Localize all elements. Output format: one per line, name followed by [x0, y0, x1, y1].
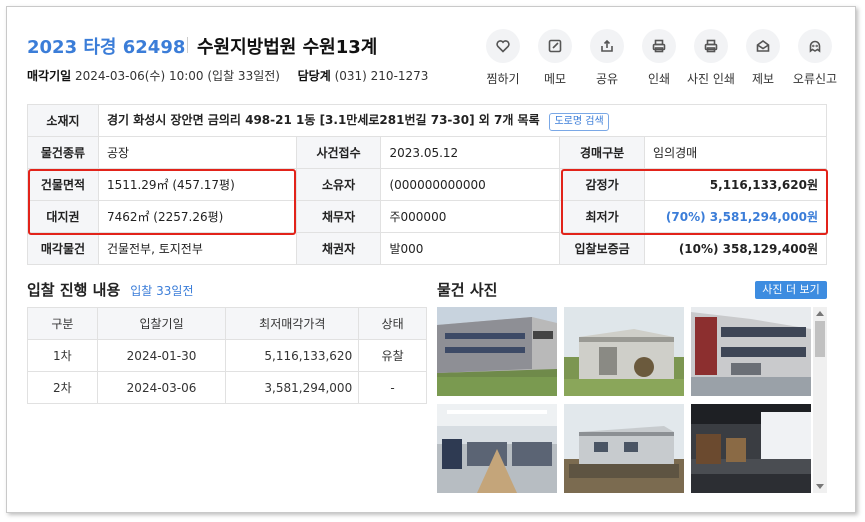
share-label: 공유 [595, 72, 619, 86]
scroll-up-icon[interactable] [816, 311, 824, 316]
photo-print-label: 사진 인쇄 [687, 72, 735, 86]
action-toolbar: 찜하기 메모 공유 인쇄 사진 인쇄 제보 오류신고 [477, 29, 841, 87]
photo-print-icon [704, 39, 718, 53]
sale-item-label: 매각물건 [27, 232, 99, 265]
property-photo[interactable] [564, 307, 684, 396]
scroll-down-icon[interactable] [816, 484, 824, 489]
memo-label: 메모 [543, 72, 567, 86]
bid-date: 2024-01-30 [96, 339, 227, 372]
favorite-button[interactable]: 찜하기 [477, 29, 529, 87]
share-button[interactable]: 공유 [581, 29, 633, 87]
case-recv-value: 2023.05.12 [380, 136, 561, 169]
print-icon [652, 39, 666, 53]
scroll-thumb[interactable] [815, 321, 825, 357]
creditor-value: 발000 [380, 232, 561, 265]
heart-icon [496, 40, 510, 53]
type-label: 물건종류 [27, 136, 99, 169]
alert-icon [809, 40, 821, 53]
location-value: 경기 화성시 장안면 금의리 498-21 1동 [3.1만세로281번길 73… [106, 112, 540, 127]
report-button[interactable]: 제보 [737, 29, 789, 87]
table-row: 2차 2024-03-06 3,581,294,000 - [27, 371, 427, 404]
bid-col-date: 입찰기일 [96, 307, 227, 340]
auction-detail-panel: 2023 타경 62498 수원지방법원 수원13계 매각기일 2024-03-… [6, 6, 856, 513]
sale-meta-line: 매각기일 2024-03-06(수) 10:00 (입찰 33일전) 담당계 (… [27, 67, 428, 84]
property-photo[interactable] [691, 307, 811, 396]
bid-round: 2차 [27, 371, 98, 404]
auction-type-value: 임의경매 [644, 136, 827, 169]
bid-col-min-price: 최저매각가격 [225, 307, 360, 340]
property-photo[interactable] [437, 307, 557, 396]
sale-date-value: 2024-03-06(수) 10:00 (입찰 33일전) [75, 69, 280, 83]
sale-date-label: 매각기일 [27, 69, 72, 83]
photo-section-title: 물건 사진 [437, 281, 498, 299]
road-name-search-button[interactable]: 도로명 검색 [549, 112, 609, 131]
price-highlight-box [561, 169, 828, 235]
auction-type-label: 경매구분 [559, 136, 646, 169]
report-label: 제보 [751, 72, 775, 86]
title-divider [187, 37, 188, 53]
bid-section-title: 입찰 진행 내용 입찰 33일전 [27, 279, 194, 300]
bid-status: - [358, 371, 427, 404]
memo-button[interactable]: 메모 [529, 29, 581, 87]
owner-label: 소유자 [295, 168, 382, 201]
photo-scrollbar[interactable] [813, 307, 827, 493]
dept-phone: (031) 210-1273 [334, 69, 429, 83]
info-row-sale-item: 매각물건 건물전부, 토지전부 채권자 발000 입찰보증금 (10%) 358… [27, 232, 827, 265]
dept-label: 담당계 [297, 69, 331, 83]
print-label: 인쇄 [647, 72, 671, 86]
sale-item-value: 건물전부, 토지전부 [97, 232, 297, 265]
bid-date: 2024-03-06 [96, 371, 227, 404]
property-photo[interactable] [691, 404, 811, 493]
type-value: 공장 [97, 136, 297, 169]
share-icon [601, 39, 613, 52]
case-recv-label: 사건접수 [295, 136, 382, 169]
property-photo[interactable] [437, 404, 557, 493]
property-photo[interactable] [564, 404, 684, 493]
creditor-label: 채권자 [295, 232, 382, 265]
favorite-label: 찜하기 [486, 72, 520, 86]
court-name: 수원지방법원 수원13계 [197, 37, 378, 58]
location-label: 소재지 [27, 104, 99, 137]
area-highlight-box [28, 169, 296, 235]
mail-icon [756, 40, 770, 52]
bid-col-status: 상태 [358, 307, 427, 340]
print-button[interactable]: 인쇄 [633, 29, 685, 87]
bid-section-subtitle: 입찰 33일전 [130, 284, 194, 298]
more-photos-button[interactable]: 사진 더 보기 [755, 281, 827, 299]
location-cell: 경기 화성시 장안면 금의리 498-21 1동 [3.1만세로281번길 73… [97, 104, 828, 137]
bid-min-price: 3,581,294,000 [225, 371, 360, 404]
table-row: 1차 2024-01-30 5,116,133,620 유찰 [27, 339, 427, 372]
deposit-label: 입찰보증금 [559, 232, 646, 265]
memo-icon [548, 39, 562, 53]
info-row-location: 소재지 경기 화성시 장안면 금의리 498-21 1동 [3.1만세로281번… [27, 104, 828, 137]
bid-col-round: 구분 [27, 307, 98, 340]
bid-header-row: 구분 입찰기일 최저매각가격 상태 [27, 307, 427, 340]
bid-min-price: 5,116,133,620 [225, 339, 360, 372]
case-number: 2023 타경 62498 [27, 37, 186, 58]
error-report-button[interactable]: 오류신고 [789, 29, 841, 87]
bid-round: 1차 [27, 339, 98, 372]
debtor-value: 주000000 [380, 200, 561, 233]
info-row-type: 물건종류 공장 사건접수 2023.05.12 경매구분 임의경매 [27, 136, 827, 169]
deposit-value: (10%) 358,129,400원 [644, 232, 827, 265]
photo-print-button[interactable]: 사진 인쇄 [685, 29, 737, 87]
debtor-label: 채무자 [295, 200, 382, 233]
bid-status: 유찰 [358, 339, 427, 372]
bid-history-table: 구분 입찰기일 최저매각가격 상태 1차 2024-01-30 5,116,13… [27, 307, 427, 404]
error-report-label: 오류신고 [792, 72, 838, 86]
bid-section-title-text: 입찰 진행 내용 [27, 281, 121, 299]
owner-value: (000000000000 [380, 168, 561, 201]
